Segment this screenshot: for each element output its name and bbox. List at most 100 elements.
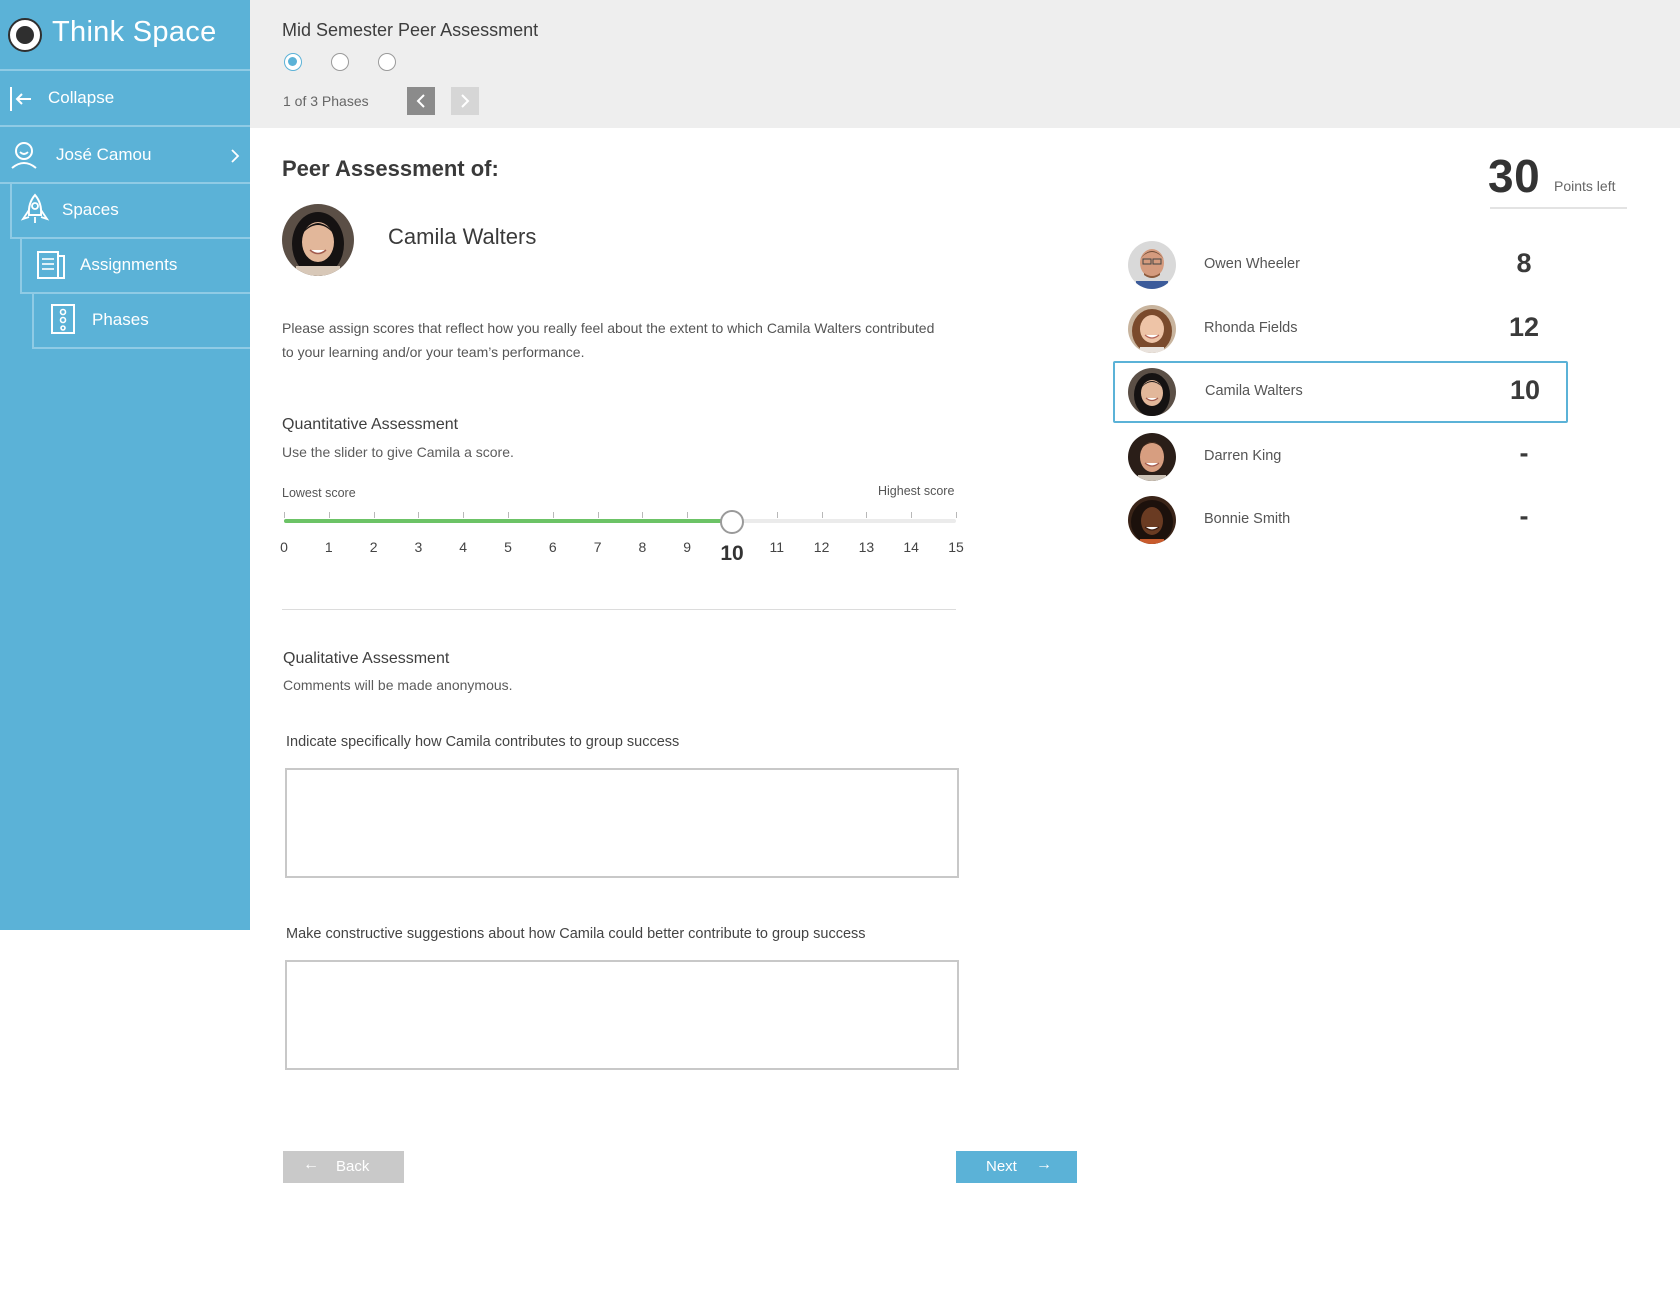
slider-tick: [373, 512, 375, 518]
avatar: [1128, 496, 1176, 544]
slider-tick: [776, 512, 778, 518]
sidebar-item-label: Spaces: [62, 200, 119, 219]
slider-tick-label: 12: [813, 539, 830, 555]
quantitative-subtitle: Use the slider to give Camila a score.: [282, 444, 514, 460]
back-button[interactable]: ← Back: [283, 1151, 404, 1183]
qualitative-title: Qualitative Assessment: [283, 650, 450, 667]
slider-tick-label: 13: [858, 539, 875, 555]
slider-tick-label: 5: [504, 539, 512, 555]
assessment-header: Mid Semester Peer Assessment 1 of 3 Phas…: [250, 0, 1680, 128]
comment-prompt-suggestions: Make constructive suggestions about how …: [286, 926, 866, 942]
arrow-right-icon: →: [1036, 1156, 1052, 1173]
peer-row-rhonda-fields[interactable]: Rhonda Fields 12: [1114, 298, 1569, 360]
user-icon: [11, 142, 37, 169]
instructions-text: Please assign scores that reflect how yo…: [282, 320, 935, 360]
subject-avatar: [282, 204, 354, 276]
prev-phase-button[interactable]: [407, 87, 435, 115]
peer-name: Owen Wheeler: [1204, 256, 1300, 272]
sidebar-item-assignments[interactable]: Assignments: [20, 238, 250, 294]
slider-tick-label: 0: [280, 539, 288, 555]
avatar: [1128, 368, 1176, 416]
peer-score: 10: [1509, 375, 1541, 405]
sidebar-item-user[interactable]: José Camou: [0, 128, 250, 184]
slider-tick-label: 3: [414, 539, 423, 555]
slider-tick-label: 1: [324, 539, 333, 555]
peer-row-camila-walters[interactable]: Camila Walters 10: [1113, 361, 1568, 423]
chevron-right-icon: [231, 149, 240, 163]
quantitative-title: Quantitative Assessment: [282, 416, 459, 433]
phase-indicator: 1 of 3 Phases: [283, 93, 369, 109]
qualitative-subtitle: Comments will be made anonymous.: [283, 677, 513, 693]
slider-tick: [508, 512, 509, 518]
chevron-right-icon: [461, 94, 470, 108]
slider-tick-label: 15: [948, 539, 964, 555]
logo[interactable]: Think Space: [0, 0, 250, 71]
avatar: [1128, 305, 1176, 353]
slider-tick: [552, 512, 554, 518]
think-space-logo-icon: [8, 18, 42, 52]
phase-radio-1[interactable]: [284, 53, 302, 71]
points-underline: [1490, 207, 1627, 209]
slider-tick-label: 14: [903, 539, 919, 555]
arrow-left-icon: ←: [303, 1156, 319, 1173]
comment-prompt-contributions: Indicate specifically how Camila contrib…: [286, 734, 680, 750]
peer-score: -: [1519, 501, 1529, 531]
phase-radio-3[interactable]: [378, 53, 396, 71]
slider-tick-label: 6: [548, 539, 557, 555]
sidebar-item-label: Assignments: [80, 255, 178, 274]
peer-score: 8: [1516, 248, 1532, 278]
slider-tick: [687, 512, 689, 518]
next-button[interactable]: Next →: [956, 1151, 1077, 1183]
page-title: Peer Assessment of:: [282, 156, 499, 181]
slider-tick: [284, 512, 285, 518]
peer-row-owen-wheeler[interactable]: Owen Wheeler 8: [1114, 234, 1569, 296]
subject-name: Camila Walters: [388, 224, 537, 249]
peer-name: Bonnie Smith: [1204, 511, 1291, 527]
contributions-textarea[interactable]: [285, 768, 959, 878]
slider-tick: [597, 512, 599, 518]
score-slider[interactable]: [284, 506, 958, 536]
peer-name: Camila Walters: [1205, 383, 1303, 399]
slider-fill: [284, 519, 732, 523]
sidebar-item-label: Collapse: [48, 88, 115, 107]
phase-radio-2[interactable]: [331, 53, 349, 71]
peer-score: -: [1519, 438, 1529, 468]
sidebar-item-spaces[interactable]: Spaces: [10, 183, 250, 239]
peer-name: Rhonda Fields: [1204, 320, 1298, 336]
slider-tick: [418, 512, 420, 518]
slider-tick: [866, 512, 868, 518]
slider-tick-label: 4: [459, 539, 468, 555]
sidebar: Think Space Collapse José Camou Spaces A…: [0, 0, 250, 930]
sidebar-item-label: José Camou: [56, 145, 152, 164]
slider-tick: [911, 512, 913, 518]
slider-tick-label: 7: [593, 539, 602, 555]
slider-tick-label: 8: [638, 539, 647, 555]
slider-tick: [956, 512, 957, 518]
chevron-left-icon: [416, 94, 425, 108]
sidebar-item-phases[interactable]: Phases: [32, 293, 250, 349]
slider-tick: [328, 512, 330, 518]
sidebar-item-label: Phases: [92, 310, 149, 329]
avatar: [1128, 241, 1176, 289]
collapse-icon: [10, 87, 31, 111]
next-phase-button[interactable]: [451, 87, 479, 115]
slider-tick-label: 10: [720, 542, 744, 565]
suggestions-textarea[interactable]: [285, 960, 959, 1070]
assignments-icon: [37, 251, 65, 279]
slider-tick: [821, 512, 823, 518]
peer-name: Darren King: [1204, 448, 1282, 464]
app-title: Think Space: [52, 16, 217, 48]
assessment-title: Mid Semester Peer Assessment: [282, 20, 539, 40]
slider-tick-label: 2: [369, 539, 378, 555]
sidebar-item-collapse[interactable]: Collapse: [0, 71, 250, 127]
slider-tick: [642, 512, 644, 518]
slider-thumb[interactable]: [720, 510, 744, 534]
phases-icon: [51, 304, 75, 334]
avatar: [1128, 433, 1176, 481]
peer-row-darren-king[interactable]: Darren King -: [1114, 426, 1569, 488]
peer-row-bonnie-smith[interactable]: Bonnie Smith -: [1114, 489, 1569, 551]
slider-tick: [463, 512, 465, 518]
peer-score: 12: [1508, 312, 1540, 342]
section-divider: [282, 609, 956, 610]
highest-score-label: Highest score: [878, 484, 955, 498]
